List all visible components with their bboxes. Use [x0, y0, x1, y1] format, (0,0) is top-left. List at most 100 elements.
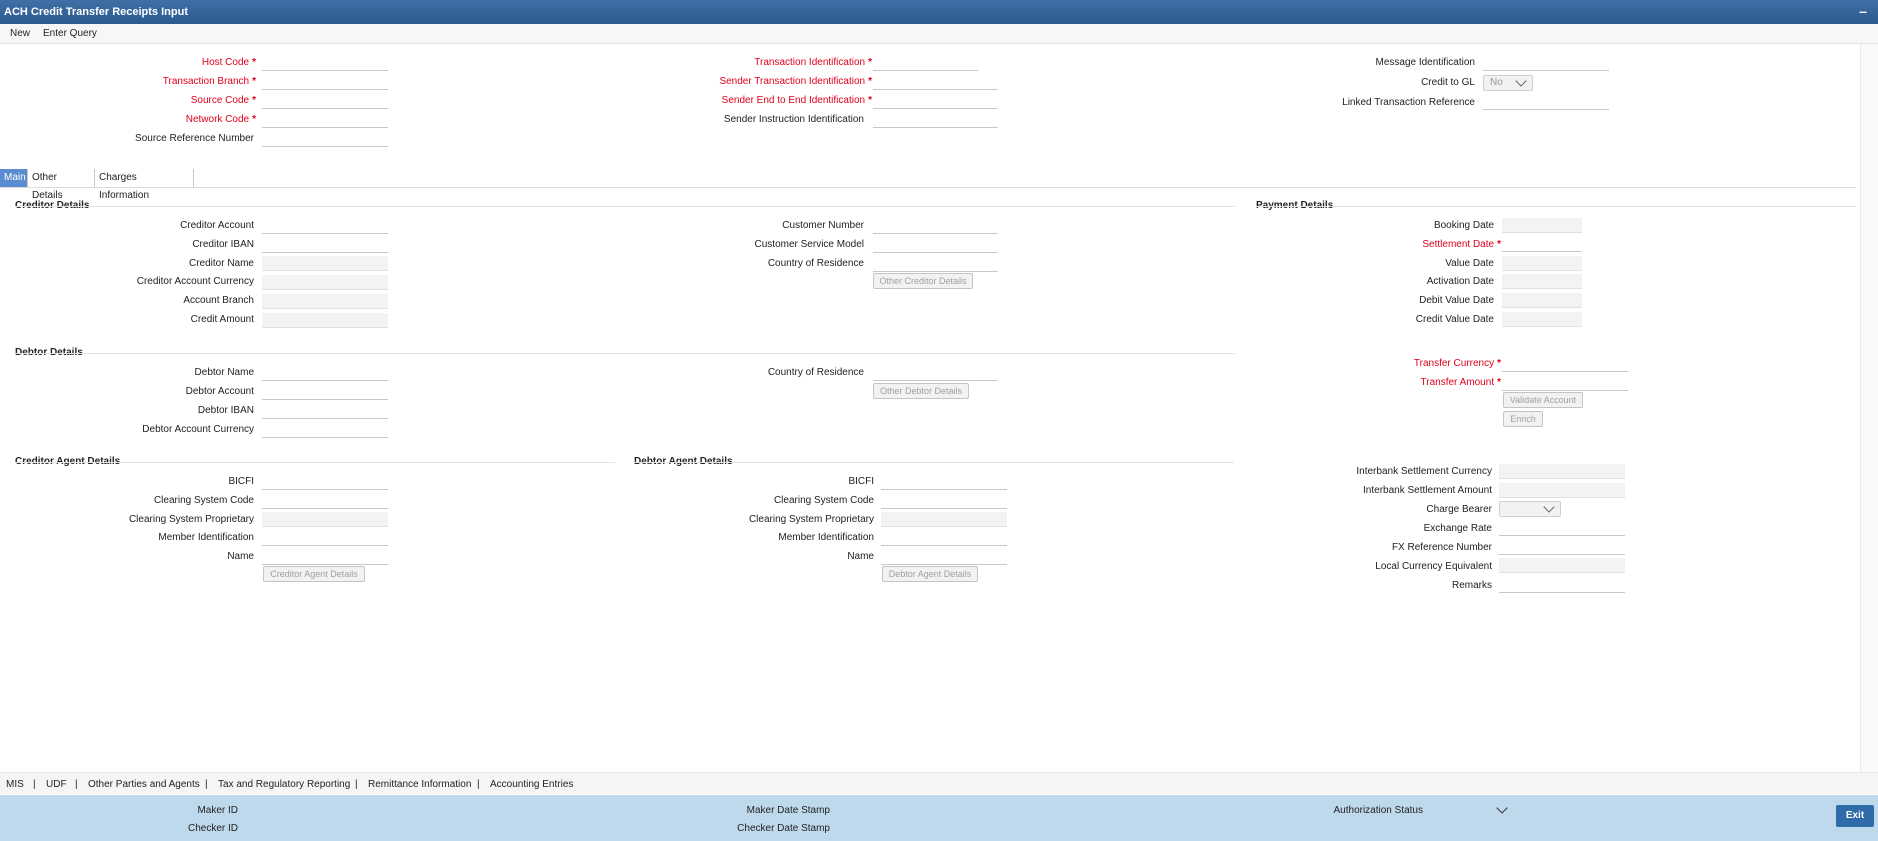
creditor-agent-name-label: Name: [227, 551, 254, 562]
customer-number-field[interactable]: [873, 219, 998, 234]
debtor-agent-details-button[interactable]: Debtor Agent Details: [882, 566, 978, 582]
debtor-agent-clearing-system-proprietary-field: [881, 512, 1007, 527]
other-creditor-details-button[interactable]: Other Creditor Details: [873, 273, 973, 289]
credit-to-gl-select[interactable]: No: [1483, 75, 1533, 91]
charge-bearer-select[interactable]: [1499, 501, 1561, 517]
nav-separator: |: [75, 779, 78, 790]
creditor-name-field: [262, 256, 388, 271]
network-code-field[interactable]: [262, 113, 388, 128]
creditor-iban-label: Creditor IBAN: [192, 239, 254, 250]
message-identification-label: Message Identification: [1375, 57, 1475, 68]
window-title: ACH Credit Transfer Receipts Input: [4, 6, 188, 18]
debtor-iban-field[interactable]: [262, 404, 388, 419]
nav-mis[interactable]: MIS: [6, 779, 24, 790]
creditor-agent-clearing-system-proprietary-field: [262, 512, 388, 527]
transaction-branch-field[interactable]: [262, 75, 388, 90]
creditor-agent-details-button[interactable]: Creditor Agent Details: [263, 566, 365, 582]
tab-main[interactable]: Main: [0, 169, 28, 187]
value-date-label: Value Date: [1445, 258, 1494, 269]
nav-udf[interactable]: UDF: [46, 779, 67, 790]
booking-date-field: [1502, 218, 1582, 233]
fx-reference-number-field[interactable]: [1499, 540, 1625, 555]
nav-other-parties-and-agents[interactable]: Other Parties and Agents: [88, 779, 200, 790]
enter-query-button[interactable]: Enter Query: [43, 28, 97, 39]
exchange-rate-field[interactable]: [1499, 521, 1625, 536]
host-code-field[interactable]: [262, 56, 388, 71]
interbank-settlement-currency-field: [1499, 464, 1625, 479]
chevron-down-icon[interactable]: [1496, 802, 1508, 814]
nav-tax-and-regulatory-reporting[interactable]: Tax and Regulatory Reporting: [218, 779, 350, 790]
local-currency-equivalent-field: [1499, 558, 1625, 573]
vertical-scrollbar[interactable]: [1860, 44, 1878, 772]
sender-transaction-identification-label: Sender Transaction Identification *: [719, 76, 872, 87]
debtor-agent-clearing-system-code-label: Clearing System Code: [773, 495, 874, 506]
linked-transaction-reference-field[interactable]: [1483, 95, 1609, 110]
enrich-button[interactable]: Enrich: [1503, 411, 1543, 427]
remarks-field[interactable]: [1499, 578, 1625, 593]
section-divider: [15, 206, 1235, 207]
value-date-field: [1502, 256, 1582, 271]
creditor-account-label: Creditor Account: [180, 220, 254, 231]
sender-transaction-identification-field[interactable]: [873, 75, 998, 90]
creditor-agent-bicfi-field[interactable]: [262, 475, 388, 490]
exchange-rate-label: Exchange Rate: [1423, 523, 1492, 534]
fx-reference-number-label: FX Reference Number: [1391, 542, 1492, 553]
creditor-account-currency-field: [262, 275, 388, 290]
maker-id-label: Maker ID: [197, 805, 238, 816]
other-debtor-details-button[interactable]: Other Debtor Details: [873, 383, 969, 399]
nav-remittance-information[interactable]: Remittance Information: [368, 779, 471, 790]
tab-charges-information[interactable]: Charges Information: [95, 169, 194, 201]
nav-separator: |: [205, 779, 208, 790]
debtor-agent-member-identification-field[interactable]: [881, 531, 1007, 546]
transfer-amount-field[interactable]: [1502, 376, 1628, 391]
sender-instruction-identification-field[interactable]: [873, 113, 998, 128]
creditor-agent-clearing-system-code-field[interactable]: [262, 494, 388, 509]
source-code-label: Source Code *: [190, 95, 256, 106]
nav-accounting-entries[interactable]: Accounting Entries: [490, 779, 573, 790]
message-identification-field[interactable]: [1483, 56, 1609, 71]
credit-amount-label: Credit Amount: [190, 314, 254, 325]
sender-end-to-end-identification-field[interactable]: [873, 94, 998, 109]
customer-number-label: Customer Number: [782, 220, 864, 231]
linked-transaction-reference-label: Linked Transaction Reference: [1342, 97, 1475, 108]
debtor-agent-clearing-system-code-field[interactable]: [881, 494, 1007, 509]
country-of-residence-label: Country of Residence: [767, 258, 864, 269]
nav-separator: |: [355, 779, 358, 790]
debtor-account-currency-field[interactable]: [262, 423, 388, 438]
account-branch-field: [262, 294, 388, 309]
source-reference-number-field[interactable]: [262, 132, 388, 147]
authorization-status-label: Authorization Status: [1333, 805, 1424, 816]
creditor-agent-bicfi-label: BICFI: [228, 476, 254, 487]
interbank-settlement-amount-label: Interbank Settlement Amount: [1363, 485, 1492, 496]
source-reference-number-label: Source Reference Number: [135, 133, 254, 144]
validate-account-button[interactable]: Validate Account: [1503, 392, 1583, 408]
sender-end-to-end-identification-label: Sender End to End Identification *: [721, 95, 872, 106]
debtor-name-field[interactable]: [262, 366, 388, 381]
transaction-identification-field[interactable]: [873, 56, 978, 71]
creditor-iban-field[interactable]: [262, 238, 388, 253]
toolbar: New Enter Query: [0, 24, 1878, 44]
minimize-icon[interactable]: –: [1856, 4, 1870, 19]
creditor-agent-name-field[interactable]: [262, 550, 388, 565]
debtor-account-field[interactable]: [262, 385, 388, 400]
tab-other-details[interactable]: Other Details: [28, 169, 95, 201]
sender-instruction-identification-label: Sender Instruction Identification: [723, 114, 864, 125]
customer-service-model-field[interactable]: [873, 238, 998, 253]
source-code-field[interactable]: [262, 94, 388, 109]
new-button[interactable]: New: [10, 28, 30, 39]
exit-button[interactable]: Exit: [1836, 805, 1874, 827]
debtor-agent-bicfi-field[interactable]: [881, 475, 1007, 490]
creditor-country-of-residence-field[interactable]: [873, 257, 998, 272]
debtor-iban-label: Debtor IBAN: [197, 405, 254, 416]
transfer-currency-field[interactable]: [1502, 357, 1628, 372]
local-currency-equivalent-label: Local Currency Equivalent: [1375, 561, 1492, 572]
debtor-country-of-residence-field[interactable]: [873, 366, 998, 381]
debtor-agent-name-field[interactable]: [881, 550, 1007, 565]
debit-value-date-field: [1502, 293, 1582, 308]
debtor-agent-clearing-system-proprietary-label: Clearing System Proprietary: [748, 514, 874, 525]
creditor-agent-member-identification-field[interactable]: [262, 531, 388, 546]
customer-service-model-label: Customer Service Model: [754, 239, 864, 250]
creditor-account-field[interactable]: [262, 219, 388, 234]
transfer-amount-label: Transfer Amount *: [1420, 377, 1501, 388]
settlement-date-field[interactable]: [1502, 237, 1582, 252]
